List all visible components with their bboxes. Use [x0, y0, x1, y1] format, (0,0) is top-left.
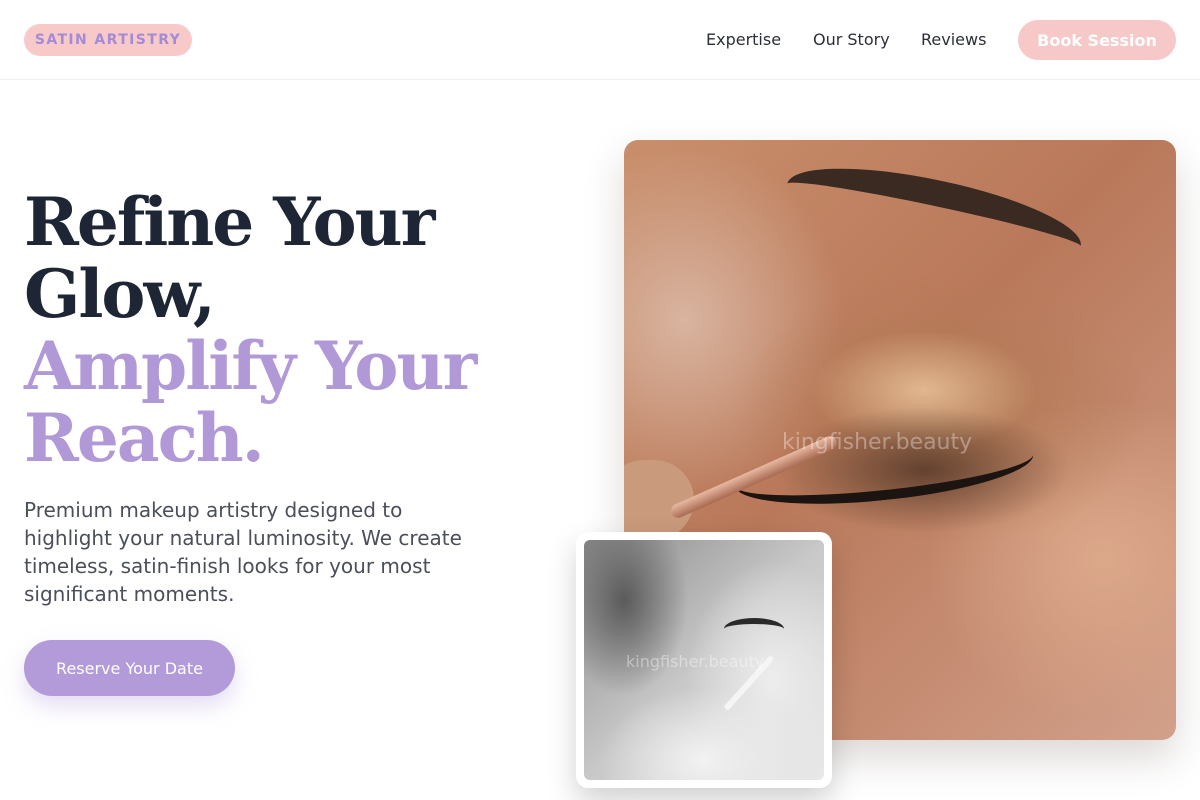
headline-line-3: Amplify Your	[24, 327, 477, 405]
headline-line-1: Refine Your	[24, 183, 435, 261]
reserve-date-button[interactable]: Reserve Your Date	[24, 640, 235, 696]
site-header: SATIN ARTISTRY Expertise Our Story Revie…	[0, 0, 1200, 80]
page: SATIN ARTISTRY Expertise Our Story Revie…	[0, 0, 1200, 800]
nav-link-reviews[interactable]: Reviews	[921, 30, 986, 49]
headline-line-4: Reach.	[24, 399, 265, 477]
headline-line-2: Glow,	[24, 255, 216, 333]
eye-shape	[724, 618, 784, 640]
nav-link-our-story[interactable]: Our Story	[813, 30, 890, 49]
hero-headline: Refine Your Glow, Amplify Your Reach.	[24, 186, 544, 474]
eyebrow-shape	[780, 149, 1088, 281]
hero-description: Premium makeup artistry designed to high…	[24, 498, 462, 606]
image-watermark: kingfisher.beauty	[782, 430, 973, 455]
secondary-photo: kingfisher.beauty	[584, 540, 824, 780]
nav-link-expertise[interactable]: Expertise	[706, 30, 781, 49]
brand-logo[interactable]: SATIN ARTISTRY	[24, 24, 192, 56]
secondary-photo-frame: kingfisher.beauty	[576, 532, 832, 788]
book-session-button[interactable]: Book Session	[1018, 20, 1176, 60]
secondary-image-watermark: kingfisher.beauty	[626, 652, 765, 671]
